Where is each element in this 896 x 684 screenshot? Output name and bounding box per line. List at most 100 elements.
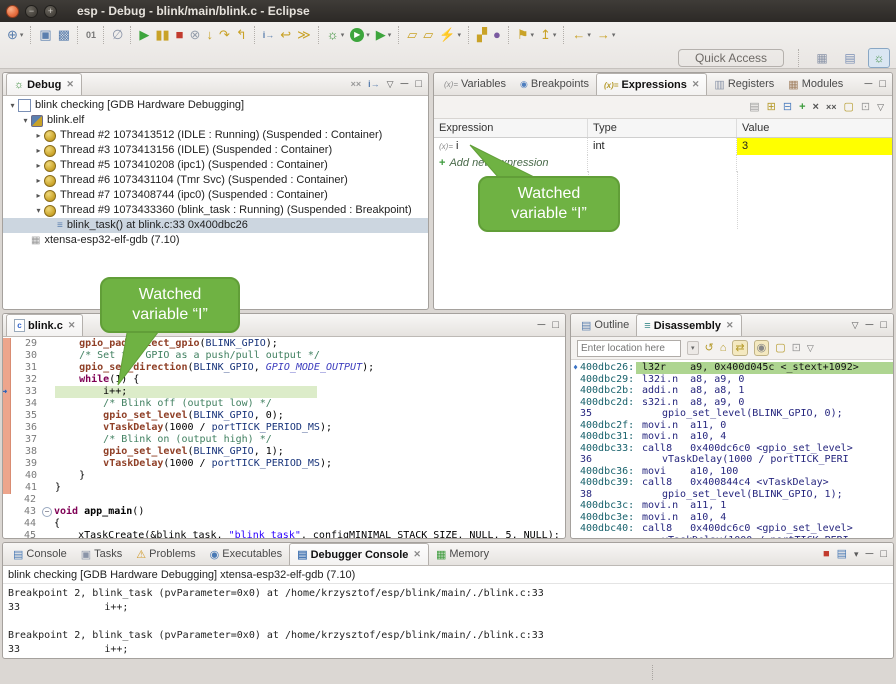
home-icon[interactable]: ⌂	[720, 341, 727, 355]
tab-expressions[interactable]: Expressions✕	[596, 73, 707, 95]
expand-arrow-icon[interactable]: ▸	[33, 188, 44, 203]
terminate-button[interactable]: ■	[174, 25, 186, 45]
tab-close-icon[interactable]: ✕	[68, 320, 76, 331]
tab-memory[interactable]: Memory	[429, 544, 496, 565]
debug-button[interactable]: ☼▾	[325, 25, 346, 45]
minimize-icon[interactable]: ─	[865, 77, 873, 91]
maximize-icon[interactable]: □	[552, 318, 559, 332]
terminate-console-button[interactable]: ■	[823, 547, 830, 561]
remove-expression-button[interactable]: ×	[813, 100, 819, 114]
column-value[interactable]: Value	[737, 119, 892, 137]
tab-variables[interactable]: Variables	[437, 74, 513, 95]
build-button[interactable]: 01	[84, 25, 98, 45]
debug-tree[interactable]: ▾blink checking [GDB Hardware Debugging]…	[3, 96, 428, 248]
minimize-icon[interactable]: ─	[866, 318, 874, 332]
open-perspective-button[interactable]: ▦	[812, 49, 832, 67]
debug-tree-item[interactable]: ▸Thread #2 1073413512 (IDLE : Running) (…	[3, 128, 428, 143]
remove-all-terminated-button[interactable]: ××	[351, 77, 362, 91]
dropdown-arrow-icon[interactable]: ▾	[388, 31, 392, 39]
tab-registers[interactable]: Registers	[707, 74, 781, 95]
track-expression-button[interactable]: ◉	[754, 340, 770, 356]
expand-arrow-icon[interactable]: ▾	[33, 203, 44, 218]
save-all-button[interactable]: ▩	[56, 25, 72, 45]
external-tools-button[interactable]: ▶▾	[374, 25, 394, 45]
dropdown-arrow-icon[interactable]: ▾	[20, 31, 24, 39]
tab-outline[interactable]: Outline	[574, 315, 636, 336]
maximize-icon[interactable]: □	[880, 318, 887, 332]
disconnect-button[interactable]: ⊗	[188, 25, 203, 45]
dropdown-arrow-icon[interactable]: ▾	[553, 31, 557, 39]
expand-arrow-icon[interactable]: ▸	[33, 158, 44, 173]
window-close-button[interactable]	[6, 5, 19, 18]
minimize-icon[interactable]: ─	[538, 318, 546, 332]
tab-executables[interactable]: Executables	[203, 544, 290, 565]
new-view-button[interactable]: ▢	[775, 341, 785, 355]
collapse-all-button[interactable]: ⊟	[783, 100, 792, 114]
pin-view-button[interactable]: ⊡	[792, 341, 801, 355]
expand-arrow-icon[interactable]: ▸	[33, 173, 44, 188]
expand-arrow-icon[interactable]: ▾	[7, 98, 18, 113]
debug-tree-item[interactable]: ▾blink checking [GDB Hardware Debugging]	[3, 98, 428, 113]
window-minimize-button[interactable]: −	[25, 5, 38, 18]
maximize-icon[interactable]: □	[879, 77, 886, 91]
suspend-button[interactable]: ▮▮	[153, 25, 171, 45]
minimize-icon[interactable]: ─	[866, 547, 874, 561]
dropdown-arrow-icon[interactable]: ▾	[457, 31, 461, 39]
step-into-button[interactable]: ↓	[204, 25, 215, 45]
show-type-names-button[interactable]: ▤	[749, 100, 759, 114]
view-menu-icon[interactable]: ▽	[877, 100, 884, 114]
cpp-perspective-button[interactable]: ▤	[840, 49, 860, 67]
tab-blink-c[interactable]: blink.c ✕	[6, 314, 83, 336]
dropdown-arrow-icon[interactable]: ▾	[612, 31, 616, 39]
refresh-icon[interactable]: ↺	[705, 341, 714, 355]
location-input[interactable]	[577, 340, 681, 357]
drop-to-frame-button[interactable]: ↩	[278, 25, 293, 45]
pin-editor-button[interactable]: ⚑▾	[515, 25, 536, 45]
debug-perspective-button[interactable]: ☼	[868, 48, 890, 68]
last-edit-location-button[interactable]: ↥▾	[538, 25, 558, 45]
column-expression[interactable]: Expression	[434, 119, 588, 137]
tab-close-icon[interactable]: ✕	[66, 79, 74, 90]
quick-access-button[interactable]: Quick Access	[678, 49, 784, 67]
remove-all-expressions-button[interactable]: ××	[826, 100, 837, 114]
new-wizard-button[interactable]: ⊕▾	[5, 25, 25, 45]
view-menu-icon[interactable]: ▽	[852, 318, 859, 332]
expand-arrow-icon[interactable]: ▸	[33, 128, 44, 143]
skip-all-breakpoints-button[interactable]: ∅	[110, 25, 125, 45]
tab-close-icon[interactable]: ✕	[692, 79, 700, 90]
debug-tree-item[interactable]: ▸Thread #6 1073431104 (Tmr Svc) (Suspend…	[3, 173, 428, 188]
expand-arrow-icon[interactable]: ▸	[33, 143, 44, 158]
tab-disassembly[interactable]: Disassembly✕	[636, 314, 741, 336]
fold-minus-icon[interactable]: −	[42, 507, 52, 517]
add-expression-button[interactable]: +	[799, 100, 805, 114]
tab-breakpoints[interactable]: Breakpoints	[513, 74, 596, 95]
view-menu-icon[interactable]: ▽	[387, 77, 394, 91]
tab-debug[interactable]: Debug ✕	[6, 73, 82, 95]
use-step-filters-button[interactable]: ≫	[295, 25, 313, 45]
debug-tree-item[interactable]: ≡blink_task() at blink.c:33 0x400dbc26	[3, 218, 428, 233]
show-logical-structure-button[interactable]: ⊞	[767, 100, 776, 114]
disassembly-listing[interactable]: ♦400dbc26:l32r a9, 0x400d045c <_stext+10…	[571, 360, 893, 539]
flash-target-button[interactable]: ⚡▾	[437, 25, 463, 45]
display-selected-console-button[interactable]: ▤	[837, 547, 847, 561]
location-dropdown-icon[interactable]: ▾	[687, 341, 699, 355]
tab-problems[interactable]: Problems	[129, 544, 202, 565]
run-button[interactable]: ▶▾	[348, 25, 372, 45]
forward-button[interactable]: →▾	[595, 25, 618, 45]
dropdown-arrow-icon[interactable]: ▾	[530, 31, 534, 39]
tab-tasks[interactable]: Tasks	[74, 544, 130, 565]
new-folder-button[interactable]: ▱	[405, 25, 419, 45]
code-editor[interactable]: 29 gpio_pad_select_gpio(BLINK_GPIO);30 /…	[3, 337, 565, 539]
view-menu-icon[interactable]: ▽	[807, 341, 814, 355]
expand-arrow-icon[interactable]: ▾	[20, 113, 31, 128]
step-over-button[interactable]: ↷	[217, 25, 232, 45]
sync-with-active-context-button[interactable]: ⇄	[732, 340, 747, 356]
debug-tree-item[interactable]: ▾blink.elf	[3, 113, 428, 128]
profile-button[interactable]: ●	[491, 25, 503, 45]
column-type[interactable]: Type	[588, 119, 737, 137]
maximize-icon[interactable]: □	[415, 77, 422, 91]
tab-close-icon[interactable]: ✕	[726, 320, 734, 331]
resume-button[interactable]: ▶	[137, 25, 151, 45]
debug-tree-item[interactable]: ▸Thread #5 1073410208 (ipc1) (Suspended …	[3, 158, 428, 173]
tab-close-icon[interactable]: ✕	[413, 549, 421, 560]
